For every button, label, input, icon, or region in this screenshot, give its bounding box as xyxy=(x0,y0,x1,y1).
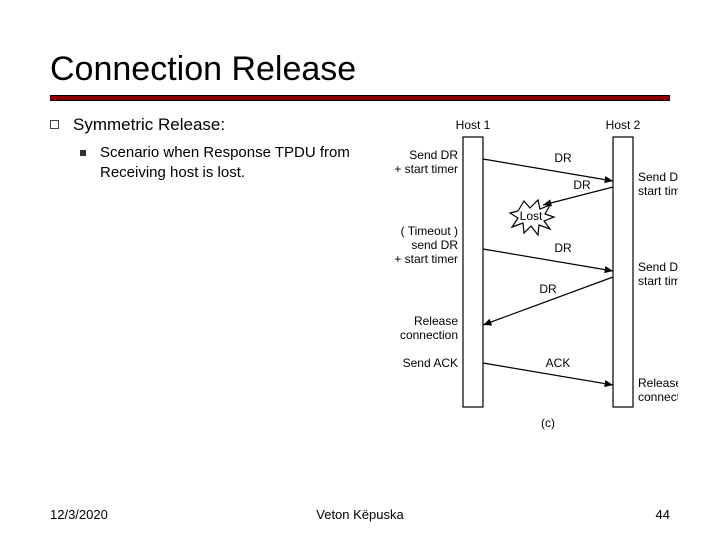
h1-send-ack: Send ACK xyxy=(403,356,458,370)
host2-timeline xyxy=(613,137,633,407)
h2-release-2: connection xyxy=(638,390,678,404)
label-ack: ACK xyxy=(546,356,571,370)
h2-send-dr-2b: start timer xyxy=(638,274,678,288)
h1-send-dr-1b: + start timer xyxy=(394,162,458,176)
label-dr-1: DR xyxy=(554,151,572,165)
bullet-1-text: Symmetric Release: xyxy=(73,115,225,135)
h2-send-dr-1a: Send DR & xyxy=(638,170,678,184)
slide-footer: 12/3/2020 Veton Këpuska 44 xyxy=(50,507,670,522)
h2-release-1: Release xyxy=(638,376,678,390)
square-bullet-icon xyxy=(50,120,59,129)
host2-label: Host 2 xyxy=(606,118,641,132)
label-dr-2: DR xyxy=(554,241,572,255)
h1-timeout-1: ( Timeout ) xyxy=(401,224,458,238)
slide-title: Connection Release xyxy=(50,50,670,89)
footer-date: 12/3/2020 xyxy=(50,507,108,522)
label-dr-lost: DR xyxy=(573,178,591,192)
title-underline xyxy=(50,95,670,101)
bullet-2-text: Scenario when Response TPDU from Receivi… xyxy=(100,143,350,184)
content-row: Symmetric Release: Scenario when Respons… xyxy=(50,115,670,440)
diagram-caption: (c) xyxy=(541,416,555,430)
bullet-level-1: Symmetric Release: xyxy=(50,115,350,135)
lost-label: Lost xyxy=(520,209,543,223)
host1-label: Host 1 xyxy=(456,118,491,132)
h1-timeout-2b: + start timer xyxy=(394,252,458,266)
h2-send-dr-1b: start timer xyxy=(638,184,678,198)
footer-author: Veton Këpuska xyxy=(316,507,403,522)
arrow-dr-2 xyxy=(483,249,613,271)
solid-bullet-icon xyxy=(80,150,86,156)
h2-send-dr-2a: Send DR & xyxy=(638,260,678,274)
h1-release-1: Release xyxy=(414,314,458,328)
footer-page-number: 44 xyxy=(656,507,670,522)
diagram-column: Host 1 Host 2 Send DR + start timer ( Ti… xyxy=(368,115,678,440)
protocol-diagram: Host 1 Host 2 Send DR + start timer ( Ti… xyxy=(368,115,678,435)
h1-release-2: connection xyxy=(400,328,458,342)
text-column: Symmetric Release: Scenario when Respons… xyxy=(50,115,350,440)
arrow-dr-1 xyxy=(483,159,613,181)
label-dr-3: DR xyxy=(539,282,557,296)
h1-timeout-2a: send DR xyxy=(411,238,458,252)
host1-timeline xyxy=(463,137,483,407)
bullet-level-2: Scenario when Response TPDU from Receivi… xyxy=(80,143,350,184)
h1-send-dr-1a: Send DR xyxy=(409,148,458,162)
